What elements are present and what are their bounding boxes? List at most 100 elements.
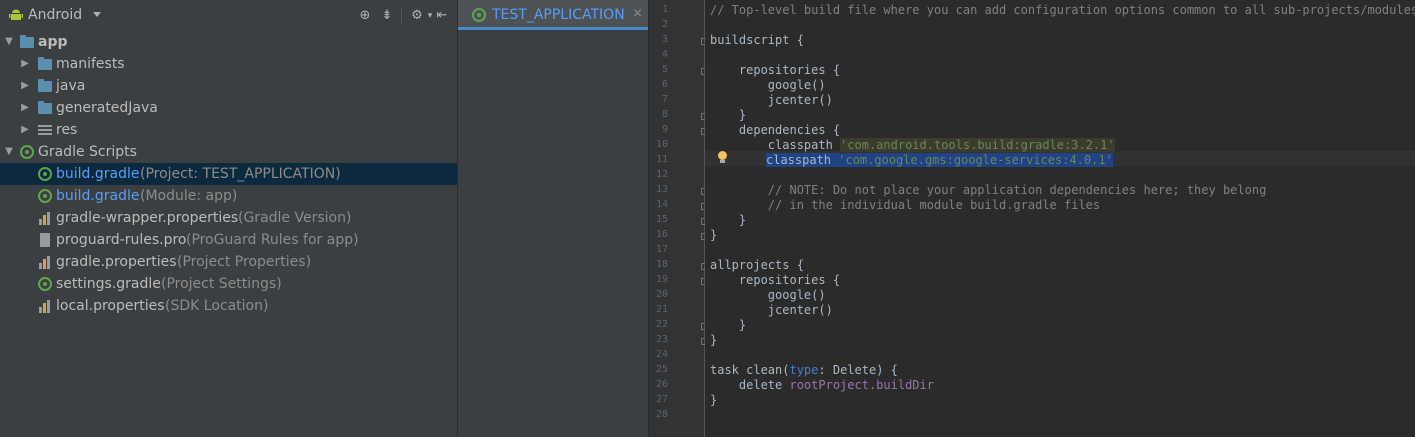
code-text: delete: [710, 378, 790, 392]
project-view-header: Android ⊕ ⇟ ⚙ ▾ ⇤: [0, 0, 457, 31]
tree-item-label: settings.gradle: [56, 276, 161, 292]
file-icon: [40, 233, 50, 247]
close-icon[interactable]: ×: [632, 6, 643, 21]
expand-arrow-right-icon[interactable]: ▶: [20, 97, 30, 119]
tree-item-label: manifests: [56, 56, 125, 72]
expand-arrow-right-icon[interactable]: ▶: [20, 53, 30, 75]
line-number: 18: [655, 259, 668, 270]
code-line-9: dependencies {: [710, 123, 841, 137]
tree-row[interactable]: gradle-wrapper.properties (Gradle Versio…: [0, 207, 457, 229]
hide-panel-icon[interactable]: ⇤: [434, 8, 450, 24]
tree-row[interactable]: ▶ java: [0, 75, 457, 97]
tree-item-label: generatedJava: [56, 100, 158, 116]
gradle-icon: [472, 8, 486, 22]
line-number: 16: [655, 229, 668, 240]
code-line-11: classpath 'com.google.gms:google-service…: [766, 153, 1113, 168]
line-number: 2: [661, 19, 668, 30]
tree-item-label: local.properties: [56, 298, 165, 314]
code-line-13: // NOTE: Do not place your application d…: [710, 183, 1267, 197]
code-line-6: google(): [710, 78, 826, 92]
expand-arrow-right-icon[interactable]: ▶: [20, 119, 30, 141]
code-keyword: classpath: [710, 138, 841, 152]
tree-row[interactable]: ▶ generatedJava: [0, 97, 457, 119]
gradle-icon: [38, 277, 52, 291]
line-number: 7: [661, 94, 668, 105]
code-line-16: }: [710, 228, 718, 242]
expand-arrow-down-icon[interactable]: ▼: [4, 31, 14, 53]
properties-icon: [38, 211, 52, 225]
lightbulb-icon[interactable]: [718, 151, 727, 163]
line-number: 20: [655, 289, 668, 300]
tree-item-hint: (Module: app): [140, 188, 238, 204]
line-number: 4: [661, 49, 668, 60]
code-line-27: }: [710, 393, 718, 407]
gradle-icon: [38, 189, 52, 203]
line-number: 22: [655, 319, 668, 330]
tree-item-label: proguard-rules.pro: [56, 232, 187, 248]
tree-item-hint: (Gradle Version): [238, 210, 352, 226]
code-line-1: // Top-level build file where you can ad…: [710, 3, 1415, 17]
selected-text: classpath: [766, 153, 839, 167]
project-tool-window: Android ⊕ ⇟ ⚙ ▾ ⇤ ▼ app ▶ manifests ▶ java ▶ ge…: [0, 0, 458, 437]
code-line-7: jcenter(): [710, 93, 833, 107]
tree-row[interactable]: ▶ manifests: [0, 53, 457, 75]
line-number: 10: [655, 139, 668, 150]
tree-item-hint: (SDK Location): [165, 298, 269, 314]
tree-item-label: Gradle Scripts: [38, 144, 137, 160]
tree-row[interactable]: build.gradle (Module: app): [0, 185, 457, 207]
code-line-23: }: [710, 333, 718, 347]
code-line-18: allprojects {: [710, 258, 804, 272]
code-line-26: delete rootProject.buildDir: [710, 378, 934, 393]
code-line-21: jcenter(): [710, 303, 833, 317]
tree-item-label: build.gradle: [56, 188, 140, 204]
tab-label: TEST_APPLICATION: [492, 7, 625, 23]
tree-row[interactable]: gradle.properties (Project Properties): [0, 251, 457, 273]
collapse-all-icon[interactable]: ⇟: [379, 8, 395, 24]
tree-item-label: build.gradle: [56, 166, 140, 182]
property-reference: rootProject.buildDir: [789, 378, 934, 392]
code-line-15: }: [710, 213, 747, 227]
tree-row[interactable]: proguard-rules.pro (ProGuard Rules for a…: [0, 229, 457, 251]
module-icon: [20, 35, 34, 48]
line-number: 11: [655, 154, 668, 165]
code-string: 'com.google.gms:google-services:4.0.1': [838, 153, 1113, 167]
line-number: 8: [661, 109, 668, 120]
res-folder-icon: [38, 125, 52, 137]
expand-arrow-right-icon[interactable]: ▶: [20, 75, 30, 97]
tree-row[interactable]: settings.gradle (Project Settings): [0, 273, 457, 295]
line-number: 21: [655, 304, 668, 315]
tab-build-gradle[interactable]: TEST_APPLICATION ×: [458, 0, 648, 30]
code-editor[interactable]: // Top-level build file where you can ad…: [705, 0, 1415, 437]
tree-row[interactable]: ▶ res: [0, 119, 457, 141]
code-line-14: // in the individual module build.gradle…: [710, 198, 1101, 212]
tree-item-hint: (Project Settings): [161, 276, 282, 292]
code-line-22: }: [710, 318, 747, 332]
chevron-down-icon[interactable]: [93, 12, 101, 17]
code-line-20: google(): [710, 288, 826, 302]
line-number: 6: [661, 79, 668, 90]
expand-arrow-down-icon[interactable]: ▼: [4, 141, 14, 163]
scroll-from-source-icon[interactable]: ⊕: [357, 8, 373, 24]
tree-item-hint: (ProGuard Rules for app): [186, 232, 359, 248]
line-number: 26: [655, 379, 668, 390]
line-number: 24: [655, 349, 668, 360]
tree-row[interactable]: local.properties (SDK Location): [0, 295, 457, 317]
line-number: 27: [655, 394, 668, 405]
line-number: 13: [655, 184, 668, 195]
line-number: 17: [655, 244, 668, 255]
tree-item-label: res: [56, 122, 78, 138]
tree-item-label: gradle.properties: [56, 254, 177, 270]
gradle-icon: [38, 167, 52, 181]
tree-row[interactable]: build.gradle (Project: TEST_APPLICATION): [0, 163, 457, 185]
line-number: 9: [661, 124, 668, 135]
code-line-5: repositories {: [710, 63, 841, 77]
properties-icon: [38, 299, 52, 313]
line-number: 12: [655, 169, 668, 180]
properties-icon: [38, 255, 52, 269]
tree-row[interactable]: ▼ Gradle Scripts: [0, 141, 457, 163]
line-number: 1: [661, 4, 668, 15]
code-line-25: task clean(type: Delete) {: [710, 363, 898, 378]
project-view-selector[interactable]: Android: [28, 7, 82, 23]
tree-item-label: app: [38, 34, 68, 50]
tree-row[interactable]: ▼ app: [0, 31, 457, 53]
